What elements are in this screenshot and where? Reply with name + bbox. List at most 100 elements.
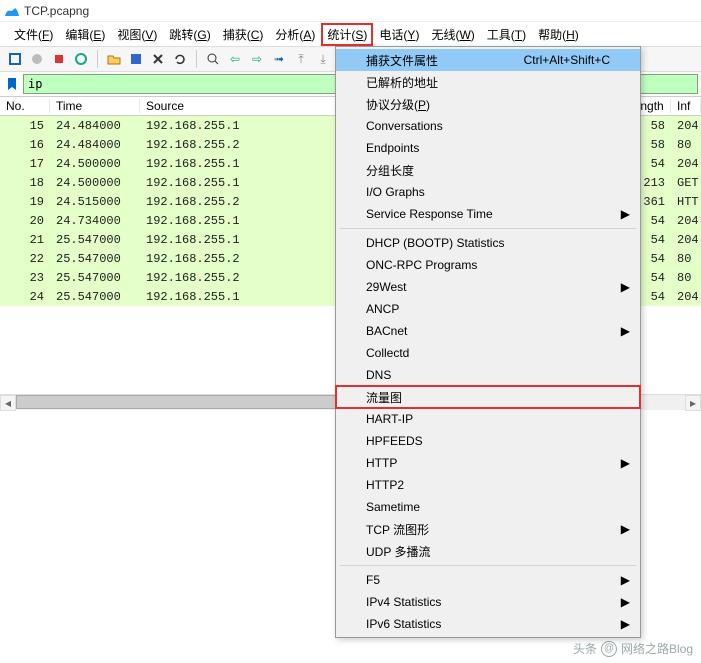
menu-entry-label: 分组长度 xyxy=(366,162,414,179)
menu-entry[interactable]: DNS xyxy=(336,364,640,386)
cell-inf: 204 xyxy=(671,290,701,304)
menu-item[interactable]: 工具(T) xyxy=(481,23,532,46)
cell-inf: 204 xyxy=(671,214,701,228)
menu-item[interactable]: 捕获(C) xyxy=(217,23,270,46)
window-title: TCP.pcapng xyxy=(24,4,89,18)
goto-first-icon[interactable]: ⤒ xyxy=(292,50,310,68)
close-file-icon[interactable] xyxy=(149,50,167,68)
reload-icon[interactable] xyxy=(171,50,189,68)
menu-item[interactable]: 帮助(H) xyxy=(532,23,585,46)
column-header-no[interactable]: No. xyxy=(0,99,50,113)
restart-capture-icon[interactable] xyxy=(72,50,90,68)
prev-icon[interactable]: ⇦ xyxy=(226,50,244,68)
menu-entry[interactable]: HTTP ▶ xyxy=(336,452,640,474)
watermark-prefix: 头条 xyxy=(573,640,597,657)
cell-time: 24.484000 xyxy=(50,138,140,152)
menu-entry-label: BACnet xyxy=(366,324,407,338)
submenu-arrow-icon: ▶ xyxy=(621,573,630,587)
menu-entry-label: I/O Graphs xyxy=(366,185,425,199)
menu-entry[interactable]: ONC-RPC Programs xyxy=(336,254,640,276)
menu-entry[interactable]: 分组长度 xyxy=(336,159,640,181)
menu-entry-label: 流量图 xyxy=(366,389,402,406)
menu-entry[interactable]: 29West▶ xyxy=(336,276,640,298)
goto-last-icon[interactable]: ⤓ xyxy=(314,50,332,68)
find-icon[interactable] xyxy=(204,50,222,68)
menu-entry[interactable]: IPv6 Statistics▶ xyxy=(336,613,640,635)
menu-entry-label: UDP 多播流 xyxy=(366,543,430,560)
menu-entry[interactable]: HPFEEDS xyxy=(336,430,640,452)
menu-item[interactable]: 视图(V) xyxy=(111,23,163,46)
menu-entry[interactable]: 捕获文件属性Ctrl+Alt+Shift+C xyxy=(336,49,640,71)
menu-entry[interactable]: Endpoints xyxy=(336,137,640,159)
menu-entry-label: ONC-RPC Programs xyxy=(366,258,477,272)
menu-entry[interactable]: Collectd xyxy=(336,342,640,364)
submenu-arrow-icon: ▶ xyxy=(621,456,630,470)
menu-entry[interactable]: Service Response Time ▶ xyxy=(336,203,640,225)
scroll-right-icon[interactable]: ▸ xyxy=(685,395,701,411)
watermark-author: 网络之路Blog xyxy=(621,640,693,657)
open-file-icon[interactable] xyxy=(105,50,123,68)
menu-entry-label: Service Response Time xyxy=(366,207,493,221)
menu-entry[interactable]: BACnet▶ xyxy=(336,320,640,342)
menu-entry-label: ANCP xyxy=(366,302,399,316)
stop-capture-icon[interactable] xyxy=(50,50,68,68)
cell-inf: HTT xyxy=(671,195,701,209)
cell-time: 24.484000 xyxy=(50,119,140,133)
menu-entry-label: TCP 流图形 xyxy=(366,521,429,538)
submenu-arrow-icon: ▶ xyxy=(621,617,630,631)
menu-item[interactable]: 无线(W) xyxy=(425,23,480,46)
menu-entry[interactable]: TCP 流图形▶ xyxy=(336,518,640,540)
next-icon[interactable]: ⇨ xyxy=(248,50,266,68)
menu-entry[interactable]: 已解析的地址 xyxy=(336,71,640,93)
cell-no: 22 xyxy=(0,252,50,266)
menu-entry[interactable]: HTTP2 xyxy=(336,474,640,496)
menu-entry-label: F5 xyxy=(366,573,380,587)
bookmark-icon[interactable] xyxy=(3,75,21,93)
cell-time: 24.515000 xyxy=(50,195,140,209)
toolbar-icon[interactable] xyxy=(6,50,24,68)
menu-entry-label: Conversations xyxy=(366,119,443,133)
menu-entry[interactable]: I/O Graphs xyxy=(336,181,640,203)
menu-item[interactable]: 统计(S) xyxy=(321,23,373,46)
menu-entry[interactable]: HART-IP xyxy=(336,408,640,430)
menubar: 文件(F)编辑(E)视图(V)跳转(G)捕获(C)分析(A)统计(S)电话(Y)… xyxy=(0,22,701,46)
cell-inf: 204 xyxy=(671,157,701,171)
cell-inf: 80 xyxy=(671,252,701,266)
column-header-info[interactable]: Inf xyxy=(671,99,701,113)
menu-entry-label: HTTP xyxy=(366,456,397,470)
menu-entry[interactable]: IPv4 Statistics▶ xyxy=(336,591,640,613)
menu-item[interactable]: 电话(Y) xyxy=(373,23,425,46)
menu-entry-label: 捕获文件属性 xyxy=(366,52,438,69)
menu-entry[interactable]: Conversations xyxy=(336,115,640,137)
submenu-arrow-icon: ▶ xyxy=(621,280,630,294)
cell-inf: 80 xyxy=(671,271,701,285)
menu-entry[interactable]: 流量图 xyxy=(336,386,640,408)
menu-entry[interactable]: 协议分级(P) xyxy=(336,93,640,115)
menu-item[interactable]: 文件(F) xyxy=(8,23,59,46)
toolbar-separator xyxy=(196,50,197,68)
submenu-arrow-icon: ▶ xyxy=(621,207,630,221)
menu-entry-label: HART-IP xyxy=(366,412,413,426)
jump-icon[interactable]: ➟ xyxy=(270,50,288,68)
menu-entry[interactable]: F5 ▶ xyxy=(336,569,640,591)
cell-time: 25.547000 xyxy=(50,252,140,266)
menu-entry[interactable]: UDP 多播流 xyxy=(336,540,640,562)
menu-entry[interactable]: Sametime xyxy=(336,496,640,518)
watermark: 头条 @ 网络之路Blog xyxy=(573,640,693,657)
column-header-time[interactable]: Time xyxy=(50,99,140,113)
save-file-icon[interactable] xyxy=(127,50,145,68)
menu-item[interactable]: 分析(A) xyxy=(269,23,321,46)
menu-separator xyxy=(340,228,636,229)
menu-entry[interactable]: ANCP xyxy=(336,298,640,320)
cell-no: 18 xyxy=(0,176,50,190)
menu-entry-label: Sametime xyxy=(366,500,420,514)
cell-no: 23 xyxy=(0,271,50,285)
cell-no: 19 xyxy=(0,195,50,209)
start-capture-icon[interactable] xyxy=(28,50,46,68)
menu-item[interactable]: 跳转(G) xyxy=(163,23,216,46)
menu-entry-label: DNS xyxy=(366,368,391,382)
scroll-left-icon[interactable]: ◂ xyxy=(0,395,16,411)
titlebar: TCP.pcapng xyxy=(0,0,701,22)
menu-item[interactable]: 编辑(E) xyxy=(59,23,111,46)
menu-entry[interactable]: DHCP (BOOTP) Statistics xyxy=(336,232,640,254)
